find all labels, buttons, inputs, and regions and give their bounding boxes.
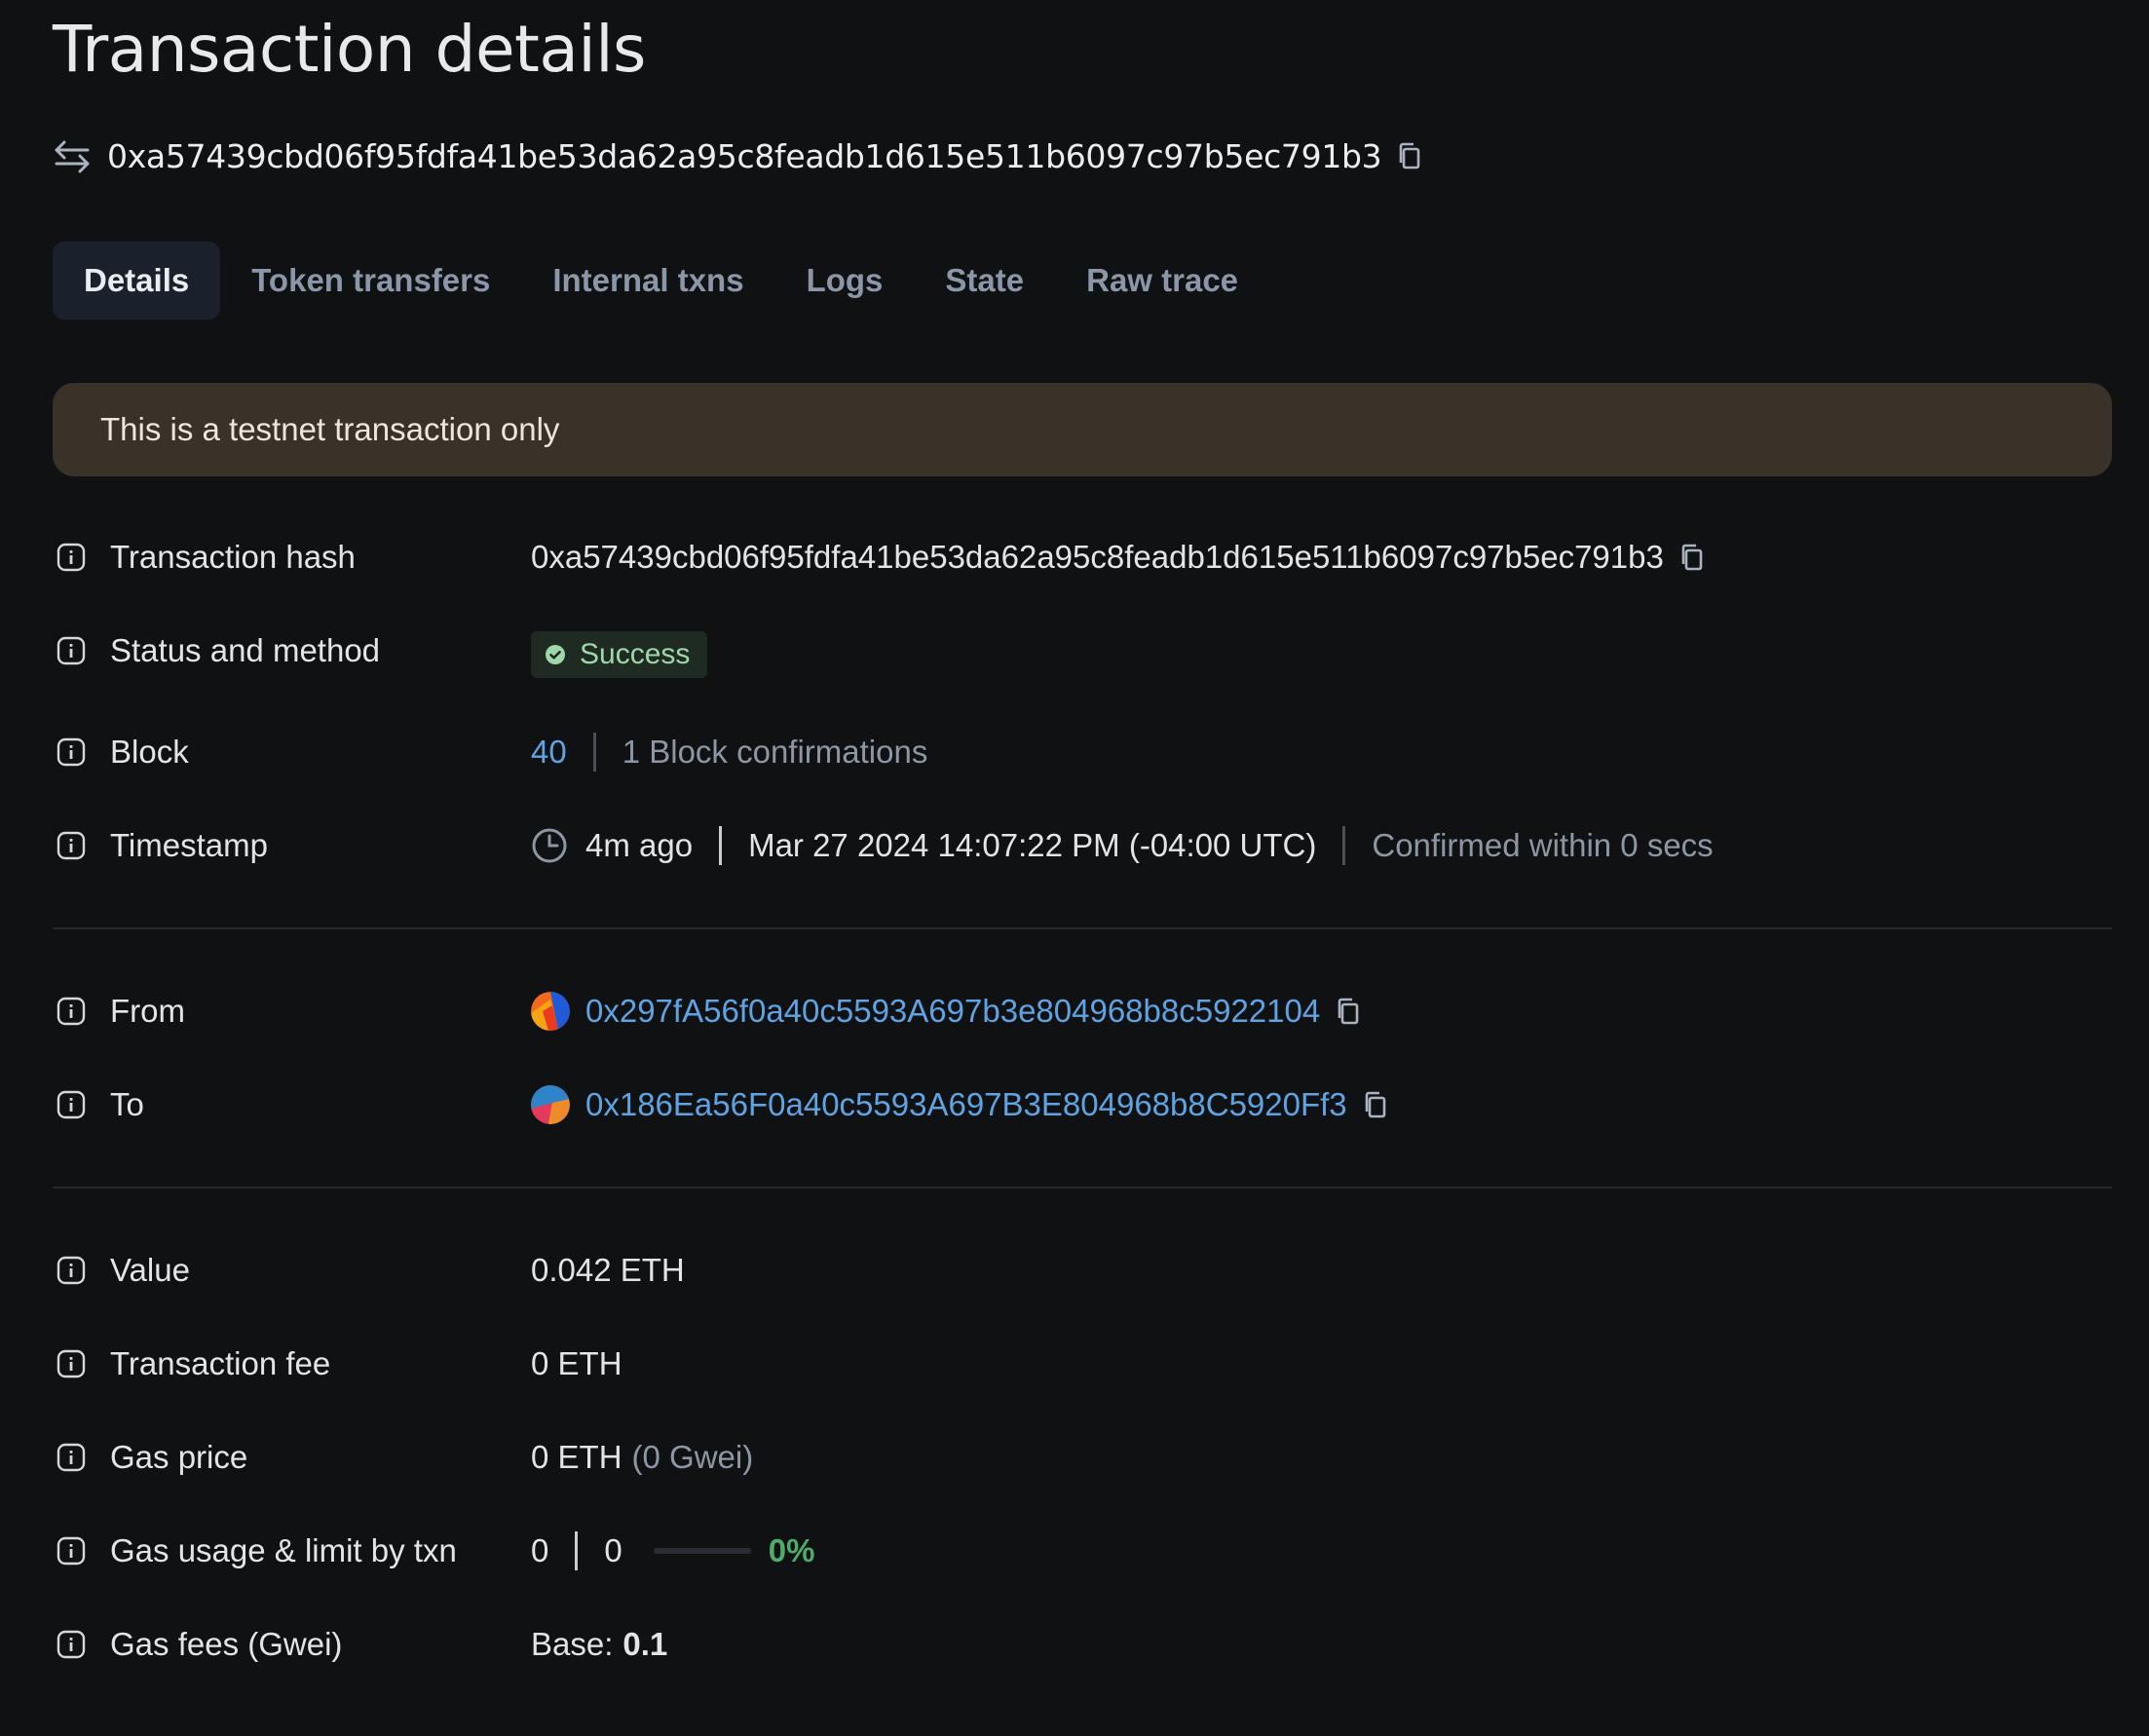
row-transaction-hash: Transaction hash 0xa57439cbd06f95fdfa41b… [53, 530, 2112, 585]
to-address-link[interactable]: 0x186Ea56F0a40c5593A697B3E804968b8C5920F… [585, 1086, 1347, 1123]
copy-icon[interactable] [1361, 1090, 1390, 1119]
info-icon[interactable] [56, 1629, 87, 1660]
check-circle-icon [546, 645, 565, 664]
testnet-banner-text: This is a testnet transaction only [100, 411, 560, 447]
row-block: Block 40 1 Block confirmations [53, 725, 2112, 779]
label-gas-price: Gas price [110, 1439, 248, 1475]
section-divider [53, 1187, 2112, 1189]
row-transaction-fee: Transaction fee 0 ETH [53, 1337, 2112, 1391]
separator [1342, 826, 1346, 865]
info-icon[interactable] [56, 1442, 87, 1473]
section-divider [53, 927, 2112, 929]
info-icon[interactable] [56, 1348, 87, 1379]
separator [592, 733, 596, 772]
row-gas-price: Gas price 0 ETH (0 Gwei) [53, 1430, 2112, 1485]
info-icon[interactable] [56, 1089, 87, 1120]
label-gas-fees: Gas fees (Gwei) [110, 1626, 343, 1662]
row-status: Status and method Success [53, 623, 2112, 678]
separator [575, 1531, 579, 1570]
gas-fees-base-label: Base: [531, 1626, 614, 1662]
testnet-banner: This is a testnet transaction only [53, 383, 2112, 476]
label-status: Status and method [110, 632, 381, 668]
label-block: Block [110, 734, 189, 770]
gas-usage-percent: 0% [768, 1532, 815, 1568]
swap-arrows-icon [55, 140, 90, 173]
row-from: From 0x297fA56f0a40c5593A697b3e804968b8c… [53, 984, 2112, 1038]
label-transaction-hash: Transaction hash [110, 539, 356, 575]
from-address-link[interactable]: 0x297fA56f0a40c5593A697b3e804968b8c59221… [585, 993, 1320, 1030]
gas-price-amount: 0 ETH [531, 1439, 622, 1475]
info-icon[interactable] [56, 736, 87, 768]
gas-price-gwei: (0 Gwei) [631, 1439, 754, 1475]
tab-token-transfers[interactable]: Token transfers [220, 242, 521, 320]
transaction-hash-value: 0xa57439cbd06f95fdfa41be53da62a95c8feadb… [531, 539, 1664, 575]
row-to: To 0x186Ea56F0a40c5593A697B3E804968b8C59… [53, 1077, 2112, 1132]
label-transaction-fee: Transaction fee [110, 1345, 331, 1381]
tab-bar: Details Token transfers Internal txns Lo… [53, 242, 1269, 320]
tab-logs[interactable]: Logs [775, 242, 915, 320]
block-number-link[interactable]: 40 [531, 734, 567, 771]
tab-internal-txns[interactable]: Internal txns [521, 242, 774, 320]
value-amount: 0.042 ETH [531, 1252, 685, 1288]
label-from: From [110, 993, 185, 1029]
gas-limit: 0 [604, 1532, 622, 1568]
transaction-hash-text: 0xa57439cbd06f95fdfa41be53da62a95c8feadb… [107, 136, 1382, 175]
block-confirmations: 1 Block confirmations [622, 734, 928, 770]
gas-fees-base-value: 0.1 [622, 1626, 668, 1662]
tab-state[interactable]: State [914, 242, 1055, 320]
label-gas-usage: Gas usage & limit by txn [110, 1532, 457, 1568]
transaction-fee-amount: 0 ETH [531, 1345, 622, 1381]
address-avatar-icon [531, 992, 570, 1031]
row-value: Value 0.042 ETH [53, 1243, 2112, 1298]
info-icon[interactable] [56, 635, 87, 666]
page-title: Transaction details [53, 12, 646, 87]
separator [719, 826, 723, 865]
row-gas-usage: Gas usage & limit by txn 0 0 0% [53, 1524, 2112, 1578]
timestamp-absolute: Mar 27 2024 14:07:22 PM (-04:00 UTC) [748, 827, 1317, 863]
copy-icon[interactable] [1395, 141, 1424, 170]
copy-icon[interactable] [1678, 543, 1707, 572]
label-value: Value [110, 1252, 190, 1288]
copy-icon[interactable] [1334, 997, 1363, 1026]
info-icon[interactable] [56, 996, 87, 1027]
status-badge: Success [531, 631, 708, 678]
info-icon[interactable] [56, 1535, 87, 1566]
timestamp-confirmed: Confirmed within 0 secs [1372, 827, 1714, 863]
label-to: To [110, 1086, 144, 1122]
label-timestamp: Timestamp [110, 827, 268, 863]
row-gas-fees: Gas fees (Gwei) Base: 0.1 [53, 1617, 2112, 1672]
status-text: Success [580, 638, 691, 670]
info-icon[interactable] [56, 830, 87, 861]
gas-usage-progress-bar [653, 1548, 751, 1554]
tab-details[interactable]: Details [53, 242, 221, 320]
gas-used: 0 [531, 1532, 549, 1568]
tab-raw-trace[interactable]: Raw trace [1055, 242, 1269, 320]
timestamp-relative: 4m ago [585, 827, 694, 863]
info-icon[interactable] [56, 1255, 87, 1286]
transaction-hash-header: 0xa57439cbd06f95fdfa41be53da62a95c8feadb… [53, 132, 1424, 179]
row-timestamp: Timestamp 4m ago Mar 27 2024 14:07:22 PM… [53, 818, 2112, 873]
info-icon[interactable] [56, 542, 87, 573]
address-avatar-icon [531, 1085, 570, 1124]
clock-icon [532, 828, 567, 863]
